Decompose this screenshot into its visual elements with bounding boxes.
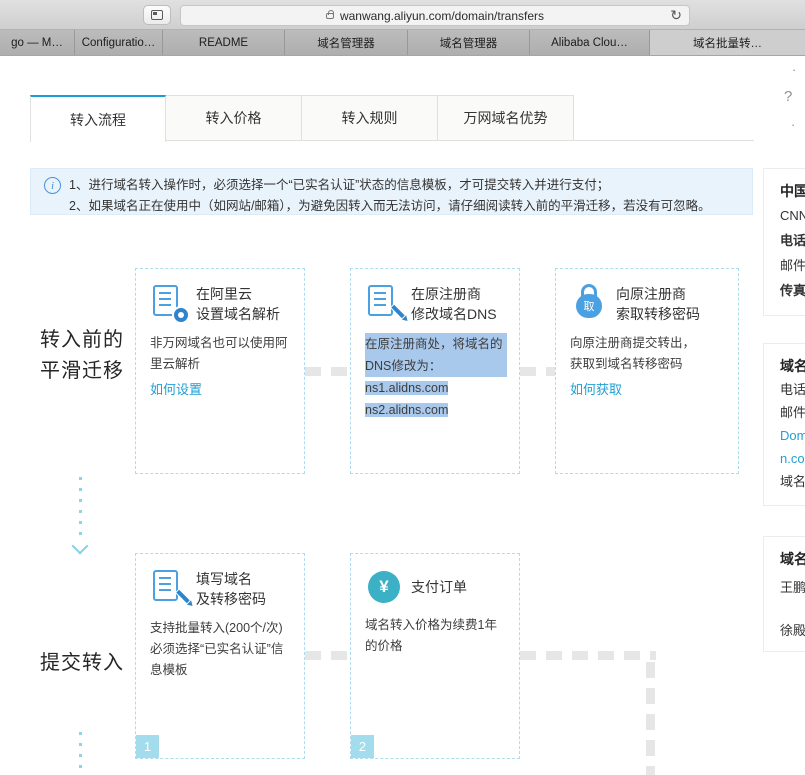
sidebar-item: 电话 [780, 382, 805, 397]
help-widget-dot: · [791, 117, 796, 132]
browser-tab[interactable]: go — M… [0, 30, 75, 55]
card-body-line: 的价格 [365, 639, 403, 653]
selected-line: DNS修改为： [365, 355, 507, 377]
document-gear-icon [150, 283, 190, 324]
tab-transfer-price[interactable]: 转入价格 [166, 95, 302, 141]
how-to-get-link[interactable]: 如何获取 [556, 375, 738, 398]
selected-line: ns2.alidns.com [365, 403, 449, 417]
refresh-icon[interactable]: ↻ [670, 7, 682, 24]
browser-tab[interactable]: 域名管理器 [408, 30, 530, 55]
card-body-line: 域名转入价格为续费1年 [365, 618, 497, 632]
card-title: 及转移密码 [196, 591, 266, 607]
sidebar-names-box: 域名 王鹏 徐殿 [763, 536, 805, 652]
info-icon: i [44, 177, 61, 194]
safari-window: wanwang.aliyun.com/domain/transfers ↻ go… [0, 0, 805, 775]
card-set-dns-on-aliyun: 在阿里云 设置域名解析 非万网域名也可以使用阿里云解析 如何设置 [135, 268, 305, 474]
browser-toolbar: wanwang.aliyun.com/domain/transfers ↻ [0, 0, 805, 30]
sidebar-header: 中国 [780, 183, 805, 199]
connector-dashed [305, 651, 350, 660]
sidebar-item: 邮件 [780, 405, 805, 420]
address-bar[interactable]: wanwang.aliyun.com/domain/transfers ↻ [180, 5, 690, 26]
sidebar-header: 域名 [780, 358, 805, 374]
selected-line: ns1.alidns.com [365, 381, 449, 395]
browser-tab[interactable]: Configuratio… [75, 30, 163, 55]
url-text: wanwang.aliyun.com/domain/transfers [339, 8, 545, 23]
sidebar-item: 电话 [780, 233, 805, 248]
sidebar-link[interactable]: Dom [780, 424, 805, 447]
connector-dashed-vertical [646, 662, 655, 775]
card-fill-domain-password: 填写域名 及转移密码 支持批量转入(200个/次) 必须选择“已实名认证”信息模… [135, 553, 305, 759]
card-title: 向原注册商 [616, 286, 686, 302]
card-body-line: 必须选择“已实名认证”信息模板 [150, 642, 284, 677]
card-title: 设置域名解析 [196, 306, 280, 322]
card-modify-dns: 在原注册商 修改域名DNS 在原注册商处，将域名的 DNS修改为： ns1.al… [350, 268, 520, 474]
tab-overview-icon [151, 10, 163, 20]
card-pay-order: ¥ 支付订单 域名转入价格为续费1年 的价格 2 [350, 553, 520, 759]
tab-transfer-rules[interactable]: 转入规则 [302, 95, 438, 141]
tab-overview-button[interactable] [143, 5, 171, 25]
notice-line-1: 1、进行域名转入操作时，必须选择一个“已实名认证”状态的信息模板，才可提交转入并… [69, 178, 610, 192]
document-pencil-icon [150, 568, 192, 606]
sidebar-item: 徐殿 [780, 623, 805, 638]
selected-text-block: 在原注册商处，将域名的 DNS修改为： ns1.alidns.com ns2.a… [351, 324, 519, 421]
tab-transfer-process[interactable]: 转入流程 [30, 95, 166, 142]
arrow-down-icon [71, 537, 89, 555]
card-title: 在阿里云 [196, 286, 252, 302]
page-tab-nav: 转入流程 转入价格 转入规则 万网域名优势 [30, 95, 754, 142]
selected-line: 在原注册商处，将域名的 [365, 333, 507, 355]
section-label-submit-transfer: 提交转入 [40, 652, 124, 674]
tab-domain-advantage[interactable]: 万网域名优势 [438, 95, 574, 141]
card-body-line: 支持批量转入(200个/次) [150, 621, 283, 635]
section-label-pre-transfer: 转入前的 平滑迁移 [40, 329, 124, 382]
connector-dashed [520, 367, 555, 376]
step-number-badge: 2 [351, 735, 374, 758]
sidebar-contact-box: 中国 CNN 电话 邮件 传真 [763, 168, 805, 316]
document-pencil-icon [365, 283, 407, 321]
browser-tab[interactable]: 域名管理器 [285, 30, 408, 55]
dotted-flow-line [79, 732, 82, 775]
connector-dashed [305, 367, 350, 376]
browser-tab-bar: go — M… Configuratio… README 域名管理器 域名管理器… [0, 30, 805, 56]
lock-icon [325, 9, 334, 19]
sidebar-link[interactable]: n.co [780, 447, 805, 470]
help-question-icon[interactable]: ? [784, 88, 792, 105]
card-title: 填写域名 [196, 571, 252, 587]
sidebar-item: 传真 [780, 283, 805, 298]
card-body: 非万网域名也可以使用阿里云解析 [150, 336, 288, 371]
how-to-set-link[interactable]: 如何设置 [136, 375, 304, 398]
sidebar-item: CNN [780, 208, 805, 223]
sidebar-item: 邮件 [780, 258, 805, 273]
lock-password-icon: 取 [570, 283, 608, 321]
card-body-line: 获取到域名转移密码 [570, 357, 683, 371]
connector-dashed [520, 651, 656, 660]
card-get-transfer-password: 取 向原注册商 索取转移密码 向原注册商提交转出， 获取到域名转移密码 如何获取 [555, 268, 739, 474]
card-title: 在原注册商 [411, 286, 481, 302]
browser-tab-active[interactable]: 域名批量转… [650, 30, 805, 55]
sidebar-header: 域名 [780, 551, 805, 567]
browser-tab[interactable]: Alibaba Clou… [530, 30, 650, 55]
card-title: 支付订单 [411, 579, 467, 595]
dotted-flow-line [79, 477, 82, 539]
browser-tab[interactable]: README [163, 30, 285, 55]
card-body-line: 向原注册商提交转出， [570, 336, 696, 350]
yuan-pay-icon: ¥ [365, 568, 403, 606]
sidebar-domain-box: 域名 电话 邮件 Dom n.co 域名 [763, 343, 805, 506]
sidebar-item: 域名 [780, 474, 805, 489]
help-widget-dot: · [792, 62, 797, 77]
notice-line-2: 2、如果域名正在使用中（如网站/邮箱），为避免因转入而无法访问，请仔细阅读转入前… [69, 199, 711, 213]
notice-banner: i 1、进行域名转入操作时，必须选择一个“已实名认证”状态的信息模板，才可提交转… [30, 168, 753, 215]
card-title: 索取转移密码 [616, 306, 700, 322]
card-title: 修改域名DNS [411, 306, 497, 322]
sidebar-item: 王鹏 [780, 580, 805, 595]
step-number-badge: 1 [136, 735, 159, 758]
